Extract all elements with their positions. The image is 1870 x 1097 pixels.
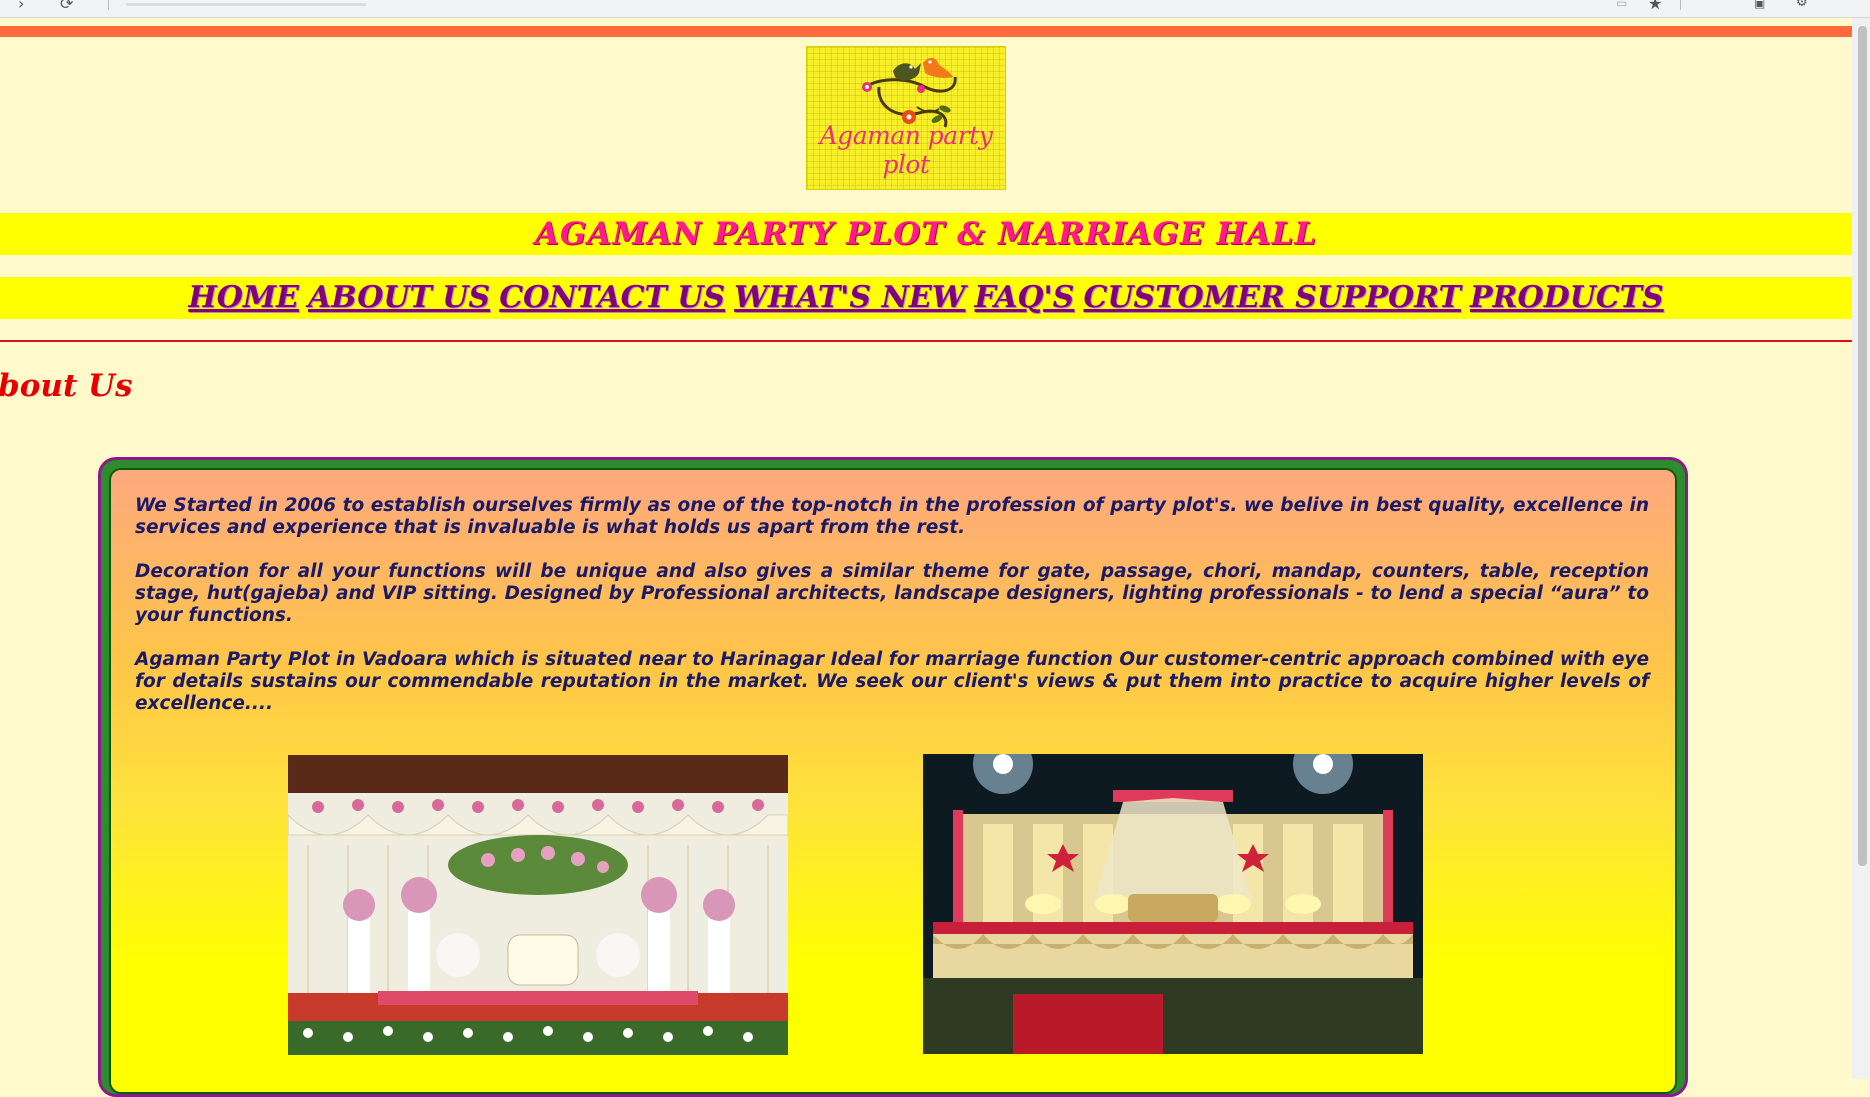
toolbar-divider <box>108 0 109 10</box>
top-stripe <box>0 26 1852 37</box>
main-nav: HOME ABOUT US CONTACT US WHAT'S NEW FAQ'… <box>0 277 1852 319</box>
about-paragraph-3: Agaman Party Plot in Vadoara which is si… <box>135 649 1649 714</box>
content-panel-inner: We Started in 2006 to establish ourselve… <box>109 468 1677 1094</box>
divider-rule <box>0 340 1852 342</box>
address-bar[interactable] <box>126 3 366 6</box>
nav-customer-support[interactable]: CUSTOMER SUPPORT <box>1083 277 1460 319</box>
toolbar-divider <box>1680 0 1681 10</box>
nav-contact-us[interactable]: CONTACT US <box>499 277 725 319</box>
nav-whats-new[interactable]: WHAT'S NEW <box>734 277 965 319</box>
scrollbar-thumb[interactable] <box>1858 26 1867 866</box>
site-title: AGAMAN PARTY PLOT & MARRIAGE HALL <box>534 216 1318 252</box>
about-paragraph-2: Decoration for all your functions will b… <box>135 561 1649 626</box>
browser-toolbar: › ⟳ ▭ ★ ▣ ⚙ <box>0 0 1870 18</box>
profile-icon[interactable]: ⚙ <box>1796 0 1808 10</box>
extension-icon[interactable]: ▣ <box>1754 0 1765 10</box>
stage-decoration-photo-1 <box>288 755 788 1055</box>
stage-decoration-photo-2 <box>923 754 1423 1054</box>
nav-about-us[interactable]: ABOUT US <box>308 277 490 319</box>
logo-text: Agaman party plot <box>819 121 993 179</box>
reload-icon[interactable]: ⟳ <box>60 0 73 13</box>
page-title: About Us <box>0 368 133 404</box>
site-logo[interactable]: Agaman party plot <box>806 46 1006 190</box>
nav-home[interactable]: HOME <box>188 277 299 319</box>
title-banner: AGAMAN PARTY PLOT & MARRIAGE HALL <box>0 213 1852 255</box>
nav-faqs[interactable]: FAQ'S <box>975 277 1075 319</box>
forward-icon[interactable]: › <box>18 0 24 13</box>
content-panel: We Started in 2006 to establish ourselve… <box>98 457 1688 1097</box>
nav-products[interactable]: PRODUCTS <box>1470 277 1664 319</box>
bookmark-star-icon[interactable]: ★ <box>1648 0 1662 13</box>
reader-icon[interactable]: ▭ <box>1616 0 1627 10</box>
about-paragraph-1: We Started in 2006 to establish ourselve… <box>135 495 1649 538</box>
